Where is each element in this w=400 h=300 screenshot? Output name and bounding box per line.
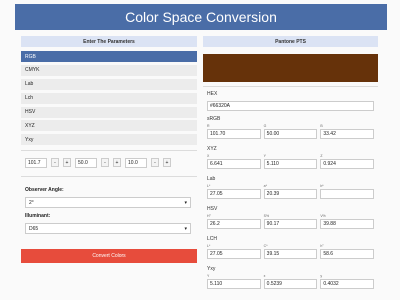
space-item-xyz[interactable]: XYZ [21, 120, 197, 132]
value-3-input[interactable]: 10.0 [125, 157, 147, 168]
lch-c-field[interactable]: 39.15 [263, 249, 318, 259]
value-inputs-row: 101.7 - + 50.0 - + 10.0 - + [25, 157, 197, 168]
srgb-r-field[interactable]: 101.70 [207, 129, 261, 139]
lch-h-field[interactable]: 58.6 [320, 249, 375, 259]
pantone-panel-title: Pantone PTS [203, 36, 378, 47]
xyz-y-field[interactable]: 5.110 [263, 159, 318, 169]
value-3-minus-button[interactable]: - [151, 158, 159, 167]
hex-value-field[interactable]: #66320A [207, 101, 374, 111]
yxy-y-field[interactable]: 5.110 [207, 279, 261, 289]
hsv-v-field[interactable]: 39.88 [320, 219, 375, 229]
value-3-plus-button[interactable]: + [163, 158, 171, 167]
yxy-values: Y 5.110 x 0.5239 y 0.4032 [207, 274, 375, 291]
xyz-label: XYZ [207, 146, 217, 152]
chevron-down-icon: ▾ [184, 199, 187, 206]
illuminant-select[interactable]: D65 ▾ [25, 223, 191, 234]
illuminant-label: Illuminant: [25, 213, 51, 219]
lab-values: L* 27.05 a* 20.39 b* [207, 184, 375, 201]
value-2-plus-button[interactable]: + [113, 158, 121, 167]
divider [203, 86, 378, 87]
space-item-lab[interactable]: Lab [21, 78, 197, 90]
value-2-minus-button[interactable]: - [101, 158, 109, 167]
observer-angle-label: Observer Angle: [25, 187, 64, 193]
page-header: Color Space Conversion [15, 4, 387, 30]
divider [21, 150, 197, 151]
hex-label: HEX [207, 91, 218, 97]
srgb-b-field[interactable]: 33.42 [320, 129, 375, 139]
space-item-yxy[interactable]: Yxy [21, 134, 197, 146]
yxy-x-field[interactable]: 0.5239 [263, 279, 318, 289]
hsv-values: H° 26.2 S% 90.17 V% 39.88 [207, 214, 375, 231]
lch-l-field[interactable]: 27.05 [207, 249, 261, 259]
yxy-label: Yxy [207, 266, 216, 272]
hsv-s-field[interactable]: 90.17 [263, 219, 318, 229]
chevron-down-icon: ▾ [184, 225, 187, 232]
value-1-plus-button[interactable]: + [63, 158, 71, 167]
page-title: Color Space Conversion [125, 9, 277, 25]
lab-b-field[interactable] [320, 189, 375, 199]
xyz-values: X 6.641 Y 5.110 Z 0.924 [207, 154, 375, 171]
value-1-minus-button[interactable]: - [51, 158, 59, 167]
value-2-input[interactable]: 50.0 [75, 157, 97, 168]
srgb-label: sRGB [207, 116, 221, 122]
space-item-rgb[interactable]: RGB [21, 51, 197, 62]
xyz-z-field[interactable]: 0.924 [320, 159, 375, 169]
srgb-g-field[interactable]: 50.00 [263, 129, 318, 139]
lab-a-field[interactable]: 20.39 [263, 189, 318, 199]
lch-values: L* 27.05 C* 39.15 h° 58.6 [207, 244, 375, 261]
value-1-input[interactable]: 101.7 [25, 157, 47, 168]
space-item-lch[interactable]: Lch [21, 92, 197, 104]
lch-label: LCH [207, 236, 218, 242]
lab-l-field[interactable]: 27.05 [207, 189, 261, 199]
space-item-hsv[interactable]: HSV [21, 106, 197, 118]
divider [21, 176, 197, 177]
xyz-x-field[interactable]: 6.641 [207, 159, 261, 169]
hsv-label: HSV [207, 206, 218, 212]
hsv-h-field[interactable]: 26.2 [207, 219, 261, 229]
yxy-y2-field[interactable]: 0.4032 [320, 279, 375, 289]
observer-angle-select[interactable]: 2° ▾ [25, 197, 191, 208]
observer-angle-value: 2° [29, 199, 34, 206]
srgb-values: R 101.70 G 50.00 B 33.42 [207, 124, 375, 141]
convert-colors-button[interactable]: Convert Colors [21, 249, 197, 263]
lab-label: Lab [207, 176, 216, 182]
illuminant-value: D65 [29, 225, 39, 232]
space-item-cmyk[interactable]: CMYK [21, 64, 197, 76]
color-swatch [203, 54, 378, 82]
parameters-panel-title: Enter The Parameters [21, 36, 197, 47]
color-space-list: RGB CMYK Lab Lch HSV XYZ Yxy [21, 51, 197, 148]
